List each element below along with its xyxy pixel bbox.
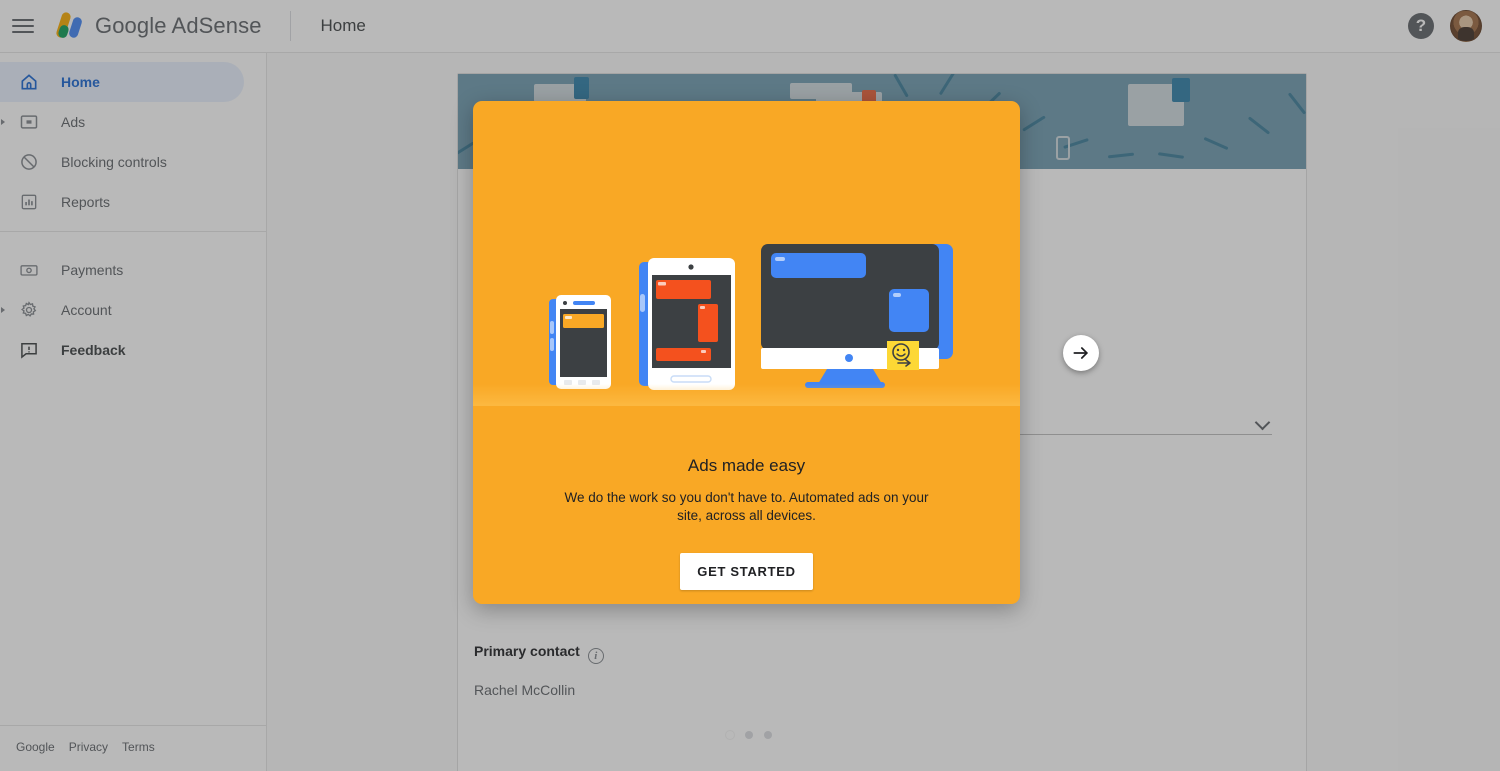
promo-title: Ads made easy bbox=[687, 456, 806, 475]
next-arrow-icon bbox=[1073, 347, 1088, 359]
monitor-illustration-icon bbox=[761, 244, 953, 388]
tablet-illustration-icon bbox=[639, 258, 735, 390]
illustration-fade bbox=[473, 384, 1020, 406]
phone-illustration-icon bbox=[549, 295, 611, 389]
promo-modal: Ads made easy We do the work so you don'… bbox=[473, 101, 1020, 604]
next-arrow-button[interactable] bbox=[1063, 335, 1099, 371]
promo-illustration bbox=[473, 101, 1020, 406]
get-started-button[interactable]: GET STARTED bbox=[680, 553, 813, 590]
promo-description: We do the work so you don't have to. Aut… bbox=[564, 490, 929, 523]
